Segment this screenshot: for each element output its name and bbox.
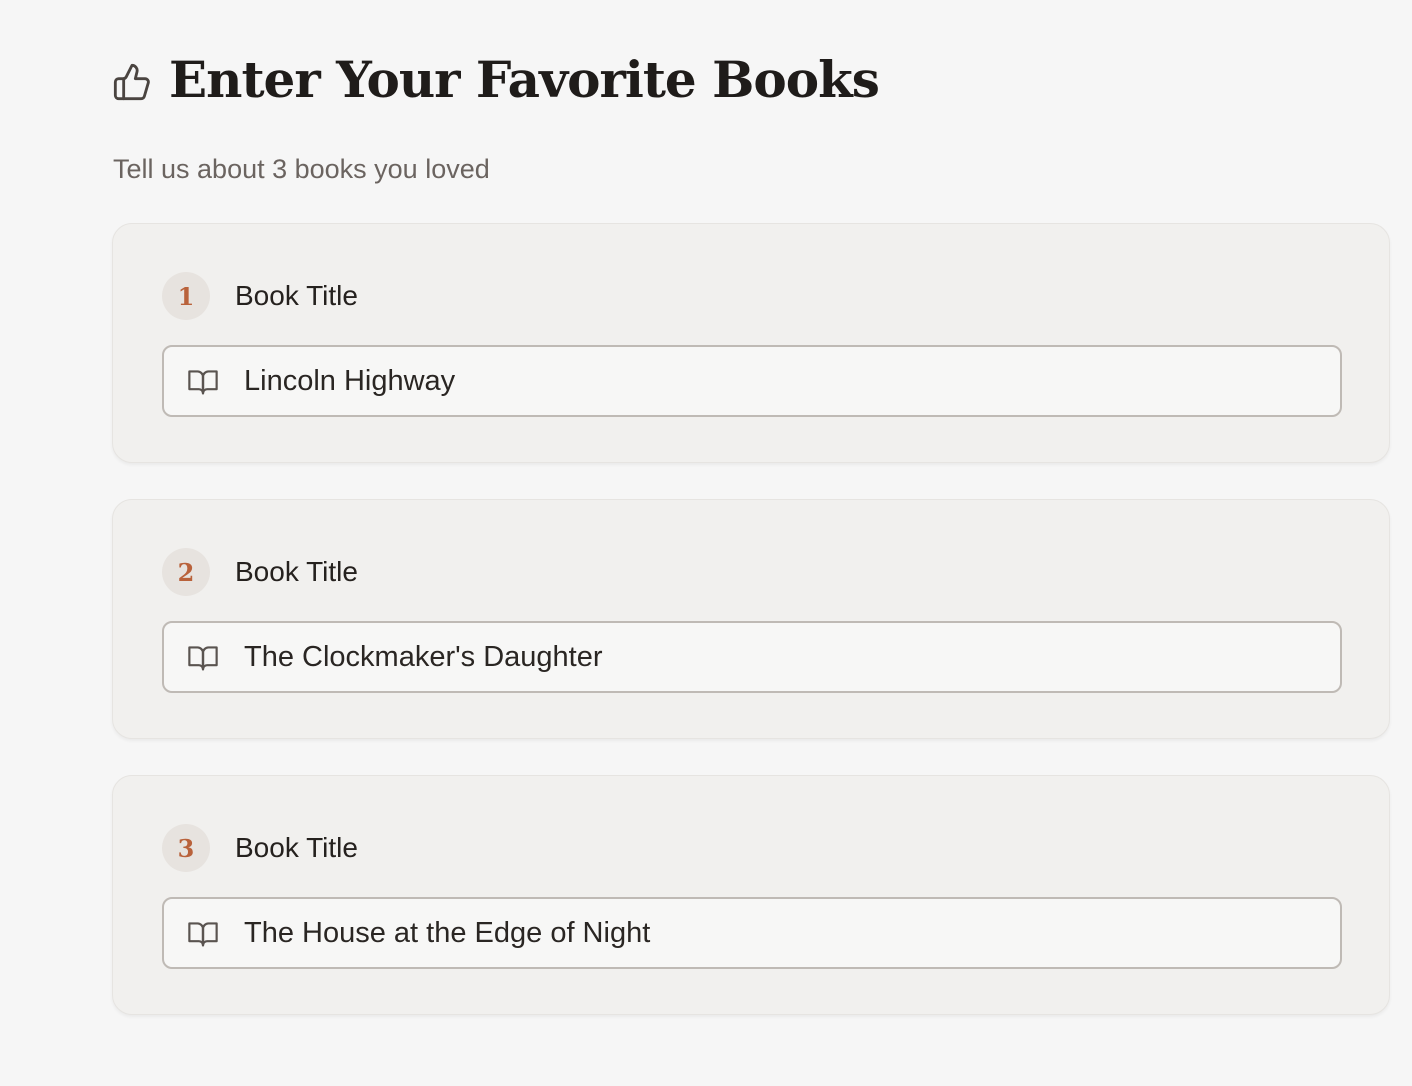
favorite-books-page: Enter Your Favorite Books Tell us about …: [0, 0, 1412, 1086]
book-number-badge: 1: [162, 272, 210, 320]
book-card-header: 3 Book Title: [162, 824, 358, 872]
book-card-2: 2 Book Title: [112, 499, 1390, 739]
book-open-icon: [186, 366, 220, 396]
book-title-field-3[interactable]: [162, 897, 1342, 969]
book-card-header: 2 Book Title: [162, 548, 358, 596]
book-title-label: Book Title: [235, 832, 358, 863]
book-title-label: Book Title: [235, 280, 358, 311]
thumbs-up-icon: [112, 62, 152, 102]
book-number-badge: 2: [162, 548, 210, 596]
book-card-3: 3 Book Title: [112, 775, 1390, 1015]
book-title-input[interactable]: [244, 632, 1320, 682]
book-title-input[interactable]: [244, 908, 1320, 958]
book-title-label: Book Title: [235, 556, 358, 587]
book-open-icon: [186, 642, 220, 672]
book-number-badge: 3: [162, 824, 210, 872]
page-header: Enter Your Favorite Books: [112, 50, 880, 109]
book-title-field-2[interactable]: [162, 621, 1342, 693]
page-subtitle: Tell us about 3 books you loved: [113, 154, 490, 184]
book-title-field-1[interactable]: [162, 345, 1342, 417]
page-title: Enter Your Favorite Books: [169, 50, 880, 109]
book-card-1: 1 Book Title: [112, 223, 1390, 463]
book-title-input[interactable]: [244, 356, 1320, 406]
book-open-icon: [186, 918, 220, 948]
book-card-header: 1 Book Title: [162, 272, 358, 320]
